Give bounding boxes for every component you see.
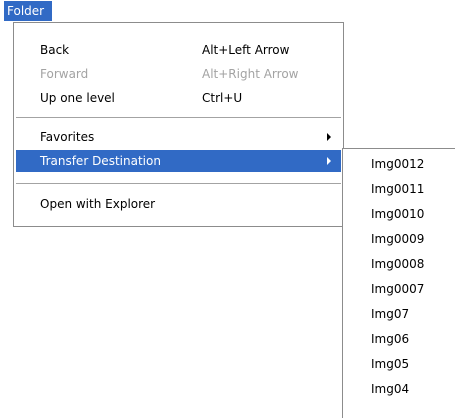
- folder-menu[interactable]: Folder: [4, 1, 52, 21]
- back-label: Back: [40, 43, 70, 57]
- menu-item-open-with-explorer[interactable]: Open with Explorer: [16, 193, 341, 215]
- submenu-item[interactable]: Img0010: [345, 203, 455, 228]
- submenu-item[interactable]: Img04: [345, 378, 455, 403]
- menu-item-up-one-level[interactable]: Up one level Ctrl+U: [16, 87, 341, 109]
- favorites-label: Favorites: [40, 130, 95, 144]
- back-shortcut: Alt+Left Arrow: [202, 43, 290, 57]
- submenu-item[interactable]: Img0012: [345, 153, 455, 178]
- folder-menu-label: Folder: [7, 4, 45, 18]
- submenu-item[interactable]: Img05: [345, 353, 455, 378]
- submenu-item[interactable]: Img06: [345, 328, 455, 353]
- open-with-explorer-label: Open with Explorer: [40, 197, 156, 211]
- forward-shortcut: Alt+Right Arrow: [202, 67, 299, 81]
- up-one-level-shortcut: Ctrl+U: [202, 91, 243, 105]
- menu-item-transfer-destination[interactable]: Transfer Destination: [16, 150, 341, 172]
- forward-label: Forward: [40, 67, 89, 81]
- submenu-item[interactable]: Img0008: [345, 253, 455, 278]
- folder-dropdown-menu: Back Alt+Left Arrow Forward Alt+Right Ar…: [13, 22, 344, 227]
- transfer-destination-label: Transfer Destination: [40, 154, 161, 168]
- menu-item-back[interactable]: Back Alt+Left Arrow: [16, 39, 341, 61]
- submenu-arrow-icon: [327, 157, 331, 165]
- menu-item-favorites[interactable]: Favorites: [16, 126, 341, 148]
- submenu-arrow-icon: [327, 133, 331, 141]
- up-one-level-label: Up one level: [40, 91, 115, 105]
- submenu-item[interactable]: Img07: [345, 303, 455, 328]
- submenu-item[interactable]: Img0011: [345, 178, 455, 203]
- submenu-item[interactable]: Img0007: [345, 278, 455, 303]
- menu-separator: [16, 117, 341, 118]
- menu-separator: [16, 183, 341, 184]
- submenu-item[interactable]: Img0009: [345, 228, 455, 253]
- menu-item-forward: Forward Alt+Right Arrow: [16, 63, 341, 85]
- transfer-destination-submenu: Img0012 Img0011 Img0010 Img0009 Img0008 …: [342, 148, 455, 418]
